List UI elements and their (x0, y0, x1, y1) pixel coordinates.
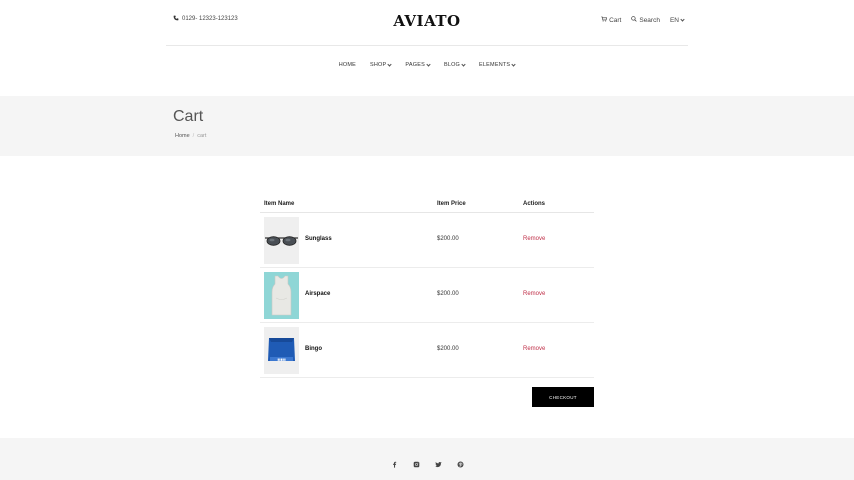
nav-label: ELEMENTS (479, 62, 511, 68)
language-selector[interactable]: EN (669, 16, 685, 24)
chevron-down-icon (461, 61, 466, 67)
chevron-down-icon (680, 16, 685, 22)
cart-link[interactable]: Cart (601, 16, 621, 24)
search-link[interactable]: Search (631, 16, 660, 24)
breadcrumb-separator: / (192, 133, 195, 139)
top-bar: 0129- 12323-123123 AVIATO Cart Search EN (166, 0, 688, 46)
breadcrumb: Home / cart (175, 133, 206, 139)
breadcrumb-current: cart (197, 133, 207, 139)
nav-item-home[interactable]: HOME (339, 62, 356, 68)
remove-link[interactable]: Remove (523, 291, 545, 297)
remove-link[interactable]: Remove (523, 346, 545, 352)
item-price: $200.00 (437, 346, 459, 352)
column-actions: Actions (523, 201, 546, 207)
column-item-price: Item Price (437, 201, 466, 207)
chevron-down-icon (387, 61, 393, 67)
item-name[interactable]: Bingo (305, 346, 322, 352)
checkout-button[interactable]: CHECKOUT (532, 387, 594, 407)
chevron-down-icon (426, 61, 431, 67)
footer (0, 438, 854, 480)
header-actions: Cart Search EN (601, 16, 685, 24)
nav-label: PAGES (405, 62, 425, 68)
nav-label: HOME (338, 62, 357, 68)
remove-link[interactable]: Remove (523, 236, 545, 242)
cart-table: Item Name Item Price Actions Sunglass $2… (260, 196, 594, 378)
breadcrumb-home[interactable]: Home (175, 133, 190, 139)
blue-shirt-image[interactable]: ▮▮▮▮▮ (264, 327, 299, 374)
tank-top-image[interactable] (264, 272, 299, 319)
item-price: $200.00 (437, 291, 459, 297)
language-label: EN (669, 16, 679, 24)
table-row: Airspace $200.00 Remove (260, 268, 594, 323)
item-name[interactable]: Airspace (305, 291, 330, 297)
svg-text:▮▮▮▮▮: ▮▮▮▮▮ (277, 357, 286, 361)
facebook-icon[interactable] (390, 460, 398, 468)
table-row: Sunglass $200.00 Remove (260, 213, 594, 268)
nav-label: BLOG (443, 62, 461, 68)
chevron-down-icon (511, 61, 516, 67)
nav-item-shop[interactable]: SHOP (370, 61, 393, 68)
nav-item-blog[interactable]: BLOG (443, 61, 466, 68)
search-icon (631, 16, 638, 24)
table-row: ▮▮▮▮▮ Bingo $200.00 Remove (260, 323, 594, 378)
table-header: Item Name Item Price Actions (260, 196, 594, 213)
nav-label: SHOP (370, 62, 387, 68)
instagram-icon[interactable] (412, 460, 420, 468)
twitter-icon[interactable] (434, 460, 442, 468)
page-header: Cart Home / cart (0, 96, 854, 156)
pinterest-icon[interactable] (456, 460, 464, 468)
main-nav: HOME SHOP PAGES BLOG ELEMENTS (0, 61, 854, 68)
cart-icon (601, 16, 608, 24)
column-item-name: Item Name (264, 201, 295, 207)
item-name[interactable]: Sunglass (305, 236, 332, 242)
page-title: Cart (173, 108, 204, 125)
sunglasses-image[interactable] (264, 217, 299, 264)
nav-item-pages[interactable]: PAGES (405, 61, 431, 68)
cart-label: Cart (609, 16, 622, 24)
search-label: Search (639, 16, 660, 24)
nav-item-elements[interactable]: ELEMENTS (479, 61, 516, 68)
social-links (0, 460, 854, 468)
item-price: $200.00 (437, 236, 459, 242)
